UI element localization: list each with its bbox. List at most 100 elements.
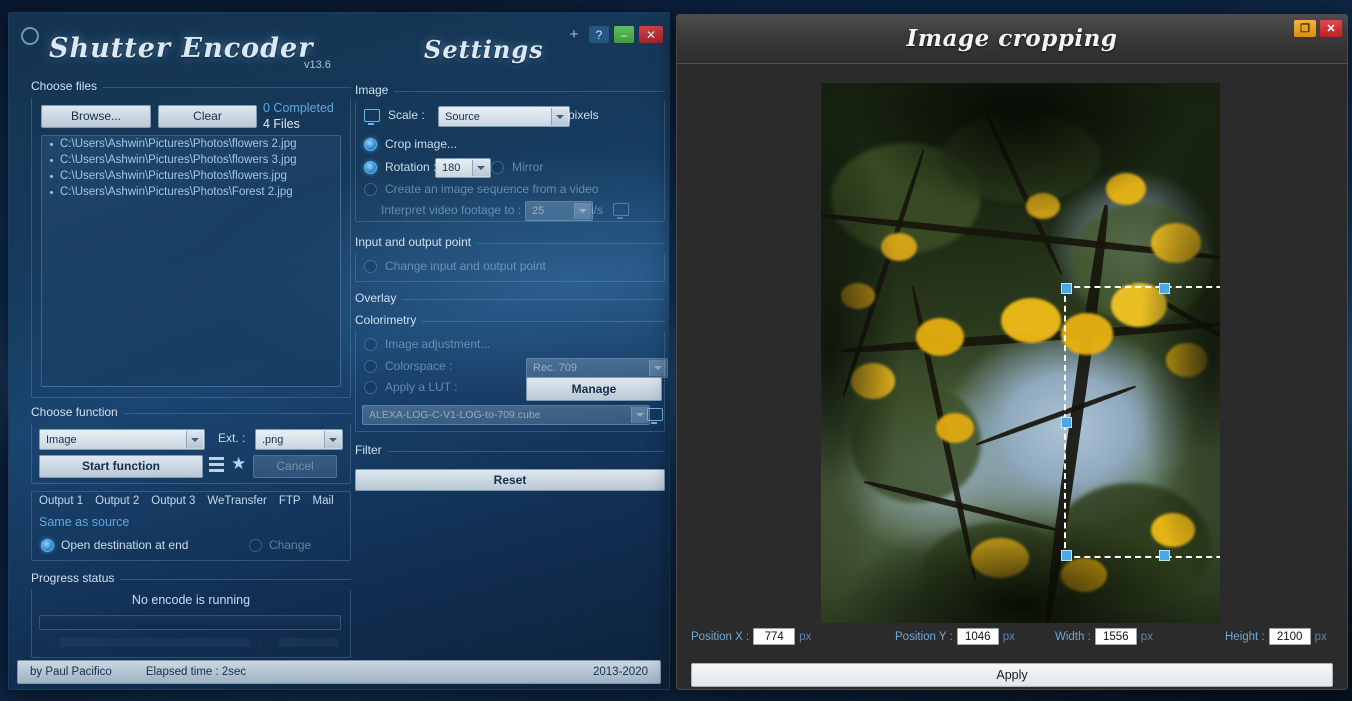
width-input[interactable]: [1095, 628, 1137, 645]
image-cropping-titlebar[interactable]: Image cropping ❐ ✕: [677, 15, 1347, 64]
radio-icon[interactable]: [364, 260, 377, 273]
file-path: C:\Users\Ashwin\Pictures\Photos\flowers.…: [60, 170, 287, 182]
clear-button[interactable]: Clear: [158, 105, 257, 128]
close-button[interactable]: ✕: [1320, 20, 1342, 37]
reset-filter-button[interactable]: Reset: [355, 469, 665, 491]
tab-output-3[interactable]: Output 3: [151, 495, 195, 507]
radio-icon[interactable]: [364, 360, 377, 373]
radio-icon[interactable]: [41, 539, 54, 552]
list-item[interactable]: C:\Users\Ashwin\Pictures\Photos\flowers …: [42, 152, 340, 168]
cancel-button: Cancel: [253, 455, 337, 478]
legend-rule: [477, 243, 665, 244]
colorimetry-legend-row: Colorimetry: [355, 313, 665, 329]
image-sequence-option[interactable]: Create an image sequence from a video: [364, 182, 598, 196]
ext-label: Ext. :: [218, 431, 245, 445]
monitor-icon[interactable]: [364, 109, 380, 122]
monitor-icon[interactable]: [613, 203, 629, 216]
crop-handle-w[interactable]: [1061, 417, 1072, 428]
start-function-button[interactable]: Start function: [39, 455, 203, 478]
favorite-star-icon[interactable]: ★: [231, 455, 246, 472]
legend-rule: [402, 299, 665, 300]
change-destination-label: Change: [269, 538, 311, 552]
radio-icon[interactable]: [364, 338, 377, 351]
add-preset-button[interactable]: +: [564, 26, 584, 43]
radio-icon[interactable]: [364, 183, 377, 196]
colorspace-option[interactable]: Colorspace :: [364, 359, 452, 373]
crop-handle-s[interactable]: [1159, 550, 1170, 561]
minimize-button[interactable]: –: [614, 26, 634, 43]
progress-legend-row: Progress status: [31, 571, 351, 587]
close-button[interactable]: ✕: [639, 26, 663, 43]
crop-image-label: Crop image...: [385, 137, 457, 151]
apply-lut-option[interactable]: Apply a LUT :: [364, 380, 457, 394]
tab-wetransfer[interactable]: WeTransfer: [207, 495, 266, 507]
image-cropping-window: Image cropping ❐ ✕: [676, 14, 1348, 690]
position-x-input[interactable]: [753, 628, 795, 645]
list-item[interactable]: C:\Users\Ashwin\Pictures\Photos\flowers.…: [42, 168, 340, 184]
bullet-icon: [50, 143, 53, 146]
legend-rule: [124, 413, 351, 414]
file-list[interactable]: C:\Users\Ashwin\Pictures\Photos\flowers …: [41, 135, 341, 387]
colorspace-select: Rec. 709: [526, 358, 668, 378]
filter-legend-row: Filter: [355, 443, 665, 459]
tab-output-2[interactable]: Output 2: [95, 495, 139, 507]
change-destination-option[interactable]: Change: [249, 538, 311, 552]
ext-select[interactable]: .png: [255, 429, 343, 450]
file-path: C:\Users\Ashwin\Pictures\Photos\flowers …: [60, 154, 296, 166]
tab-ftp[interactable]: FTP: [279, 495, 301, 507]
monitor-icon[interactable]: [647, 408, 663, 421]
function-select[interactable]: Image: [39, 429, 205, 450]
list-item[interactable]: C:\Users\Ashwin\Pictures\Photos\Forest 2…: [42, 184, 340, 200]
height-input[interactable]: [1269, 628, 1311, 645]
manage-lut-button[interactable]: Manage: [526, 377, 662, 401]
height-unit: px: [1315, 631, 1327, 643]
open-destination-option[interactable]: Open destination at end: [41, 538, 188, 552]
rotation-option[interactable]: Rotation :: [364, 160, 436, 174]
radio-icon[interactable]: [364, 161, 377, 174]
chevron-down-icon: [649, 360, 666, 376]
change-inout-point-option[interactable]: Change input and output point: [364, 259, 546, 273]
apply-button[interactable]: Apply: [691, 663, 1333, 687]
crop-handle-n[interactable]: [1159, 283, 1170, 294]
width-label: Width :: [1055, 631, 1091, 643]
tab-output-1[interactable]: Output 1: [39, 495, 83, 507]
overlay-legend: Overlay: [355, 291, 396, 307]
scale-select-value: Source: [445, 111, 480, 123]
position-y-input[interactable]: [957, 628, 999, 645]
radio-icon[interactable]: [364, 381, 377, 394]
files-count: 4 Files: [263, 117, 300, 131]
radio-icon[interactable]: [249, 539, 262, 552]
shutter-encoder-titlebar[interactable]: Shutter Encoder v13.6 Settings + ? – ✕: [9, 13, 669, 75]
choose-function-legend-row: Choose function: [31, 405, 351, 421]
scale-label: Scale :: [388, 108, 425, 122]
elapsed-time-label: Elapsed time : 2sec: [146, 666, 246, 678]
crop-handle-nw[interactable]: [1061, 283, 1072, 294]
help-button[interactable]: ?: [589, 26, 609, 43]
progress-secondary-controls: [39, 633, 339, 651]
image-adjustment-option[interactable]: Image adjustment...: [364, 337, 490, 351]
image-sequence-label: Create an image sequence from a video: [385, 182, 598, 196]
output-path[interactable]: Same as source: [39, 515, 129, 529]
gear-icon[interactable]: [21, 27, 39, 45]
chevron-down-icon: [472, 160, 489, 176]
source-image-preview[interactable]: [821, 83, 1220, 623]
radio-icon[interactable]: [364, 138, 377, 151]
browse-button[interactable]: Browse...: [41, 105, 151, 128]
scale-select[interactable]: Source: [438, 106, 570, 127]
tab-mail[interactable]: Mail: [313, 495, 334, 507]
colorspace-label: Colorspace :: [385, 359, 452, 373]
radio-icon[interactable]: [491, 161, 504, 174]
restore-button[interactable]: ❐: [1294, 20, 1316, 37]
image-settings-group: Image Scale : Source pixels Crop image..…: [355, 83, 665, 223]
mirror-option[interactable]: Mirror: [491, 160, 543, 174]
position-y-unit: px: [1003, 631, 1015, 643]
list-item[interactable]: C:\Users\Ashwin\Pictures\Photos\flowers …: [42, 136, 340, 152]
crop-selection-rectangle[interactable]: [1064, 286, 1220, 558]
overlay-legend-row: Overlay: [355, 291, 665, 307]
crop-image-option[interactable]: Crop image...: [364, 137, 457, 151]
menu-hamburger-icon[interactable]: [209, 457, 224, 472]
image-legend: Image: [355, 83, 388, 99]
file-path: C:\Users\Ashwin\Pictures\Photos\Forest 2…: [60, 186, 293, 198]
rotation-select[interactable]: 180: [435, 158, 491, 178]
crop-handle-sw[interactable]: [1061, 550, 1072, 561]
